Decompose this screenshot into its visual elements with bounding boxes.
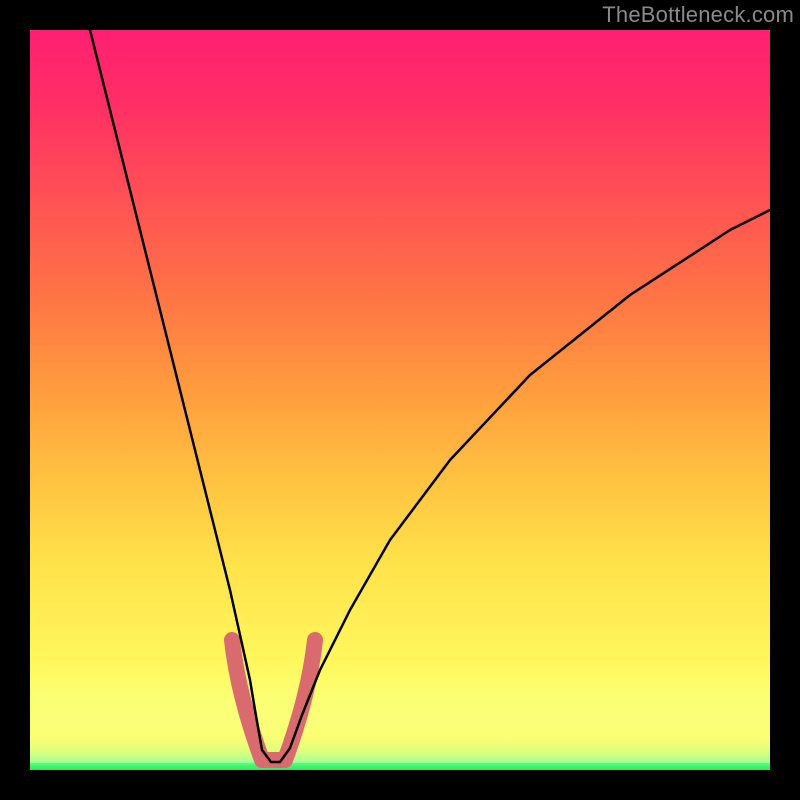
plot-area (30, 30, 770, 770)
bottleneck-curve (90, 30, 770, 762)
watermark-text: TheBottleneck.com (602, 2, 794, 28)
outer-frame: TheBottleneck.com (0, 0, 800, 800)
curve-layer (30, 30, 770, 770)
